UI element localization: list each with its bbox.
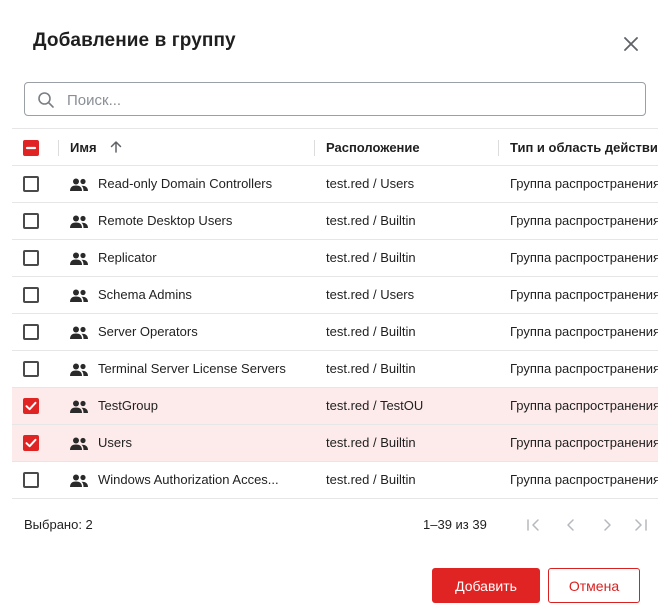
group-type: Группа распространения — [510, 287, 658, 302]
add-to-group-dialog: Добавление в группу Имя Расположение Тип… — [0, 0, 658, 613]
group-icon — [69, 325, 89, 341]
add-button[interactable]: Добавить — [432, 568, 540, 603]
group-icon — [69, 362, 89, 378]
column-header-location[interactable]: Расположение — [326, 140, 420, 155]
group-location: test.red / Users — [326, 287, 415, 302]
column-header-type[interactable]: Тип и область действия — [510, 140, 658, 155]
arrow-up-icon[interactable] — [108, 139, 124, 155]
table-row[interactable]: Server Operators test.red / Builtin Группа… — [12, 314, 658, 351]
first-page-icon[interactable] — [522, 514, 544, 536]
group-type: Группа распространения — [510, 472, 658, 487]
group-icon — [69, 214, 89, 230]
column-separator — [314, 140, 315, 156]
group-type: Группа распространения — [510, 250, 658, 265]
table-row[interactable]: Replicator test.red / Builtin Группа распр… — [12, 240, 658, 277]
table-row[interactable]: Windows Authorization Acces... test.red /… — [12, 462, 658, 499]
group-name: Schema Admins — [98, 287, 192, 302]
group-name: Users — [98, 435, 132, 450]
group-name: Read-only Domain Controllers — [98, 176, 273, 191]
group-type: Группа распространения — [510, 398, 658, 413]
selected-count: Выбрано: 2 — [24, 517, 93, 532]
group-icon — [69, 177, 89, 193]
group-location: test.red / Builtin — [326, 472, 416, 487]
column-separator — [58, 140, 59, 156]
row-checkbox[interactable] — [23, 287, 39, 303]
table-row[interactable]: TestGroup test.red / TestOU Группа распрос… — [12, 388, 658, 425]
group-location: test.red / Builtin — [326, 435, 416, 450]
next-page-icon[interactable] — [596, 514, 618, 536]
group-name: TestGroup — [98, 398, 158, 413]
group-icon — [69, 251, 89, 267]
column-header-name[interactable]: Имя — [70, 140, 97, 155]
previous-page-icon[interactable] — [560, 514, 582, 536]
row-checkbox[interactable] — [23, 435, 39, 451]
groups-table: Имя Расположение Тип и область действия … — [12, 128, 658, 502]
dialog-title: Добавление в группу — [33, 30, 236, 51]
group-location: test.red / Builtin — [326, 324, 416, 339]
group-type: Группа распространения — [510, 324, 658, 339]
table-row[interactable]: Read-only Domain Controllers test.red / U… — [12, 166, 658, 203]
cancel-button[interactable]: Отмена — [548, 568, 640, 603]
last-page-icon[interactable] — [630, 514, 652, 536]
table-row[interactable]: Schema Admins test.red / Users Группа расп… — [12, 277, 658, 314]
group-name: Replicator — [98, 250, 157, 265]
group-icon — [69, 473, 89, 489]
group-name: Server Operators — [98, 324, 198, 339]
row-checkbox[interactable] — [23, 213, 39, 229]
row-checkbox[interactable] — [23, 472, 39, 488]
group-type: Группа распространения — [510, 176, 658, 191]
table-header: Имя Расположение Тип и область действия — [12, 128, 658, 166]
group-icon — [69, 288, 89, 304]
column-separator — [498, 140, 499, 156]
group-location: test.red / Builtin — [326, 213, 416, 228]
row-checkbox[interactable] — [23, 398, 39, 414]
group-icon — [69, 436, 89, 452]
search-input[interactable] — [65, 84, 629, 116]
group-type: Группа распространения — [510, 361, 658, 376]
row-checkbox[interactable] — [23, 250, 39, 266]
table-row[interactable]: Terminal Server License Servers test.red … — [12, 351, 658, 388]
group-location: test.red / TestOU — [326, 398, 424, 413]
group-location: test.red / Builtin — [326, 361, 416, 376]
group-type: Группа распространения — [510, 435, 658, 450]
group-location: test.red / Builtin — [326, 250, 416, 265]
row-checkbox[interactable] — [23, 176, 39, 192]
close-icon[interactable] — [620, 33, 642, 55]
table-row[interactable]: Users test.red / Builtin Группа распростра… — [12, 425, 658, 462]
group-icon — [69, 399, 89, 415]
group-name: Remote Desktop Users — [98, 213, 233, 228]
search-box[interactable] — [24, 82, 646, 116]
table-row[interactable]: Remote Desktop Users test.red / Builtin Гр… — [12, 203, 658, 240]
group-name: Terminal Server License Servers — [98, 361, 286, 376]
group-location: test.red / Users — [326, 176, 415, 191]
row-checkbox[interactable] — [23, 324, 39, 340]
group-type: Группа распространения — [510, 213, 658, 228]
pagination-range: 1–39 из 39 — [423, 517, 487, 532]
row-checkbox[interactable] — [23, 361, 39, 377]
search-icon — [37, 91, 55, 109]
group-name: Windows Authorization Acces... — [98, 472, 279, 487]
select-all-checkbox[interactable] — [23, 140, 39, 156]
